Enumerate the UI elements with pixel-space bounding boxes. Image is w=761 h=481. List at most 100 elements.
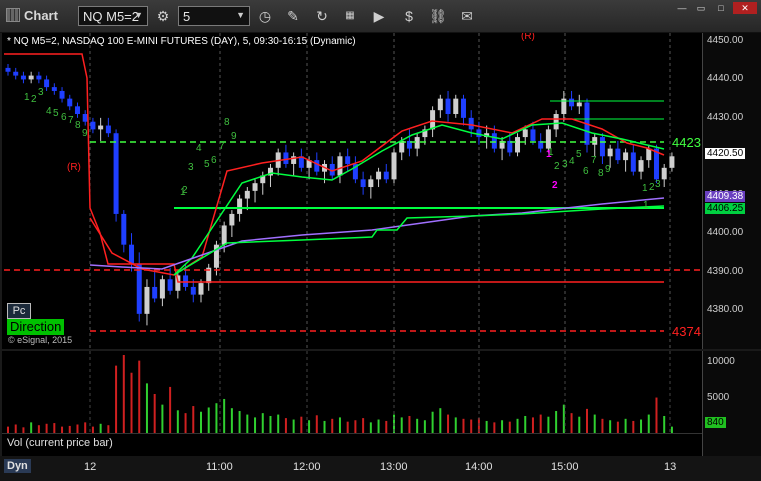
marker-r-top: (R) bbox=[521, 33, 535, 42]
last-price-label: 4420.50 bbox=[705, 148, 746, 160]
candle-body bbox=[445, 98, 451, 115]
dollar-icon[interactable]: $ bbox=[398, 6, 420, 26]
sequence-digit: 8 bbox=[75, 120, 81, 131]
toolbar: Chart NQ M5=2 ▼ ⚙ 5 ▼ ◷ ✎ ↻ ▦ ▶ $ ⛓ ✉ — … bbox=[0, 0, 761, 33]
grid-icon[interactable]: ▦ bbox=[339, 6, 361, 26]
candle-body bbox=[630, 152, 636, 172]
sequence-digit: 4 bbox=[569, 156, 575, 167]
candle-body bbox=[59, 90, 65, 99]
candle-body bbox=[414, 137, 420, 149]
candle-body bbox=[530, 129, 536, 141]
volume-title-bar: Vol (current price bar) bbox=[2, 433, 702, 456]
candle-body bbox=[592, 137, 598, 145]
sequence-digit: 5 bbox=[576, 149, 582, 160]
sequence-digit: 5 bbox=[204, 159, 210, 170]
sequence-digit: 9 bbox=[82, 128, 88, 139]
lower-level-label: 4374 bbox=[672, 324, 701, 339]
candle-body bbox=[661, 167, 667, 180]
candle-body bbox=[20, 75, 26, 80]
candle-body bbox=[105, 125, 111, 134]
y-tick-label: 4430.00 bbox=[707, 111, 744, 123]
pc-button[interactable]: Pc bbox=[7, 303, 31, 319]
candle-body bbox=[36, 75, 42, 80]
candle-body bbox=[345, 156, 351, 164]
sequence-digit: 2 bbox=[31, 94, 37, 105]
link-icon[interactable]: ⛓ bbox=[427, 6, 449, 26]
candle-body bbox=[28, 75, 34, 80]
maximize-icon[interactable]: □ bbox=[715, 2, 727, 14]
volume-last-label: 840 bbox=[705, 417, 726, 428]
restore-icon[interactable]: ▭ bbox=[695, 2, 707, 14]
dyn-button[interactable]: Dyn bbox=[4, 459, 31, 473]
volume-chart-svg bbox=[7, 351, 673, 433]
chat-icon[interactable]: ✉ bbox=[456, 6, 478, 26]
candle-body bbox=[13, 71, 19, 76]
candle-body bbox=[522, 129, 528, 138]
sequence-digit: 2 bbox=[554, 161, 560, 172]
candle-body bbox=[183, 275, 189, 287]
sequence-digit: 7 bbox=[219, 141, 225, 152]
candle-body bbox=[553, 114, 559, 130]
candle-body bbox=[430, 110, 436, 130]
candle-body bbox=[360, 179, 366, 188]
sequence-digit: 4 bbox=[196, 143, 202, 154]
candle-body bbox=[476, 129, 482, 138]
candle-body bbox=[152, 286, 158, 299]
sequence-digit: 1 bbox=[642, 183, 648, 194]
sequence-digit: 9 bbox=[231, 131, 237, 142]
upper-level-label: 4423 bbox=[672, 135, 701, 150]
symbol-combo[interactable]: NQ M5=2 ▼ bbox=[78, 6, 148, 26]
sequence-digit: 4 bbox=[46, 106, 52, 117]
copyright: © eSignal, 2015 bbox=[8, 335, 73, 345]
refresh-icon[interactable]: ↻ bbox=[311, 6, 333, 26]
clock-icon[interactable]: ◷ bbox=[254, 6, 276, 26]
sequence-digit: 8 bbox=[224, 117, 230, 128]
minimize-icon[interactable]: — bbox=[676, 2, 688, 14]
sequence-digit: 1 bbox=[548, 147, 554, 158]
sequence-digit: 1 bbox=[24, 92, 30, 103]
candle-body bbox=[44, 79, 50, 88]
sequence-digit: 7 bbox=[68, 115, 74, 126]
time-axis[interactable]: Dyn 12 11:00 12:00 13:00 14:00 15:00 13 bbox=[0, 456, 761, 481]
x-tick-label: 13 bbox=[664, 461, 677, 473]
candle-body bbox=[98, 125, 104, 130]
candle-body bbox=[221, 225, 227, 245]
volume-tick-label: 10000 bbox=[707, 356, 735, 368]
sequence-digit: 5 bbox=[53, 108, 59, 119]
candle-body bbox=[121, 213, 127, 245]
price-axis[interactable]: 4450.004440.004430.004420.004410.004400.… bbox=[702, 33, 761, 349]
interval-combo[interactable]: 5 ▼ bbox=[178, 6, 250, 26]
gear-icon[interactable]: ⚙ bbox=[152, 6, 174, 26]
candle-body bbox=[113, 133, 119, 214]
marker-r-left: (R) bbox=[67, 162, 81, 173]
candle-body bbox=[74, 106, 80, 115]
candle-body bbox=[337, 156, 343, 176]
candle-body bbox=[314, 160, 320, 172]
sequence-digit: 2 bbox=[182, 185, 188, 196]
candle-body bbox=[237, 198, 243, 214]
candle-body bbox=[646, 148, 652, 161]
candle-body bbox=[669, 156, 675, 168]
candle-body bbox=[615, 148, 621, 161]
sequence-digit: 9 bbox=[605, 164, 611, 175]
interval-value: 5 bbox=[183, 9, 191, 24]
candle-body bbox=[376, 171, 382, 180]
close-icon[interactable]: ✕ bbox=[733, 2, 757, 14]
candle-body bbox=[67, 98, 73, 107]
candle-body bbox=[167, 279, 173, 291]
candle-body bbox=[391, 152, 397, 180]
pencil-icon[interactable]: ✎ bbox=[282, 6, 304, 26]
candle-body bbox=[453, 98, 459, 115]
direction-label[interactable]: Direction bbox=[7, 319, 65, 335]
chart-window: Chart NQ M5=2 ▼ ⚙ 5 ▼ ◷ ✎ ↻ ▦ ▶ $ ⛓ ✉ — … bbox=[0, 0, 761, 481]
sequence-digit: 3 bbox=[655, 179, 661, 190]
x-tick-label: 13:00 bbox=[380, 461, 408, 473]
play-icon[interactable]: ▶ bbox=[368, 6, 390, 26]
x-tick-label: 14:00 bbox=[465, 461, 493, 473]
candle-body bbox=[82, 114, 88, 122]
x-tick-label: 12:00 bbox=[293, 461, 321, 473]
price-chart-pane[interactable]: (R) (R) 1 2 1 2 3 4 5 6 7 8 9 1 2 3 4 5 6 7 8 9 2 3 4 5 6 7 8 9 1 2 3 1 1 4… bbox=[2, 33, 702, 349]
candle-body bbox=[90, 121, 96, 130]
volume-tick-label: 5000 bbox=[707, 391, 730, 403]
volume-axis[interactable]: 10000 5000 840 bbox=[702, 351, 761, 456]
